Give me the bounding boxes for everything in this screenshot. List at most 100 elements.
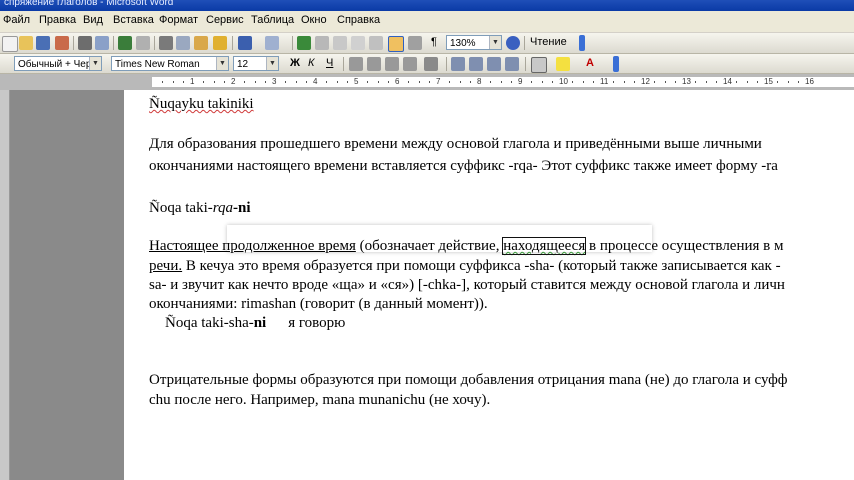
print-icon[interactable] xyxy=(78,36,92,50)
align-left-icon[interactable] xyxy=(349,57,363,71)
insert-table-icon[interactable] xyxy=(333,36,347,50)
highlight-icon[interactable] xyxy=(556,57,570,71)
ruler-tick xyxy=(541,81,543,83)
research-icon[interactable] xyxy=(136,36,150,50)
window-title: спряжение глаголов - Microsoft Word xyxy=(4,0,174,8)
ruler-tick xyxy=(469,81,471,83)
new-document-icon[interactable] xyxy=(2,36,18,52)
example-ending: -ni xyxy=(233,200,251,216)
vertical-ruler[interactable] xyxy=(0,90,10,480)
chevron-down-icon[interactable]: ▼ xyxy=(89,57,101,70)
ruler-tick xyxy=(244,81,246,83)
font-size-combo[interactable]: 12 ▼ xyxy=(233,56,279,71)
permission-icon[interactable] xyxy=(55,36,69,50)
ruler-tick xyxy=(777,81,779,83)
menu-file[interactable]: Файл xyxy=(3,14,30,26)
help-icon[interactable] xyxy=(506,36,520,50)
paragraph-progressive-line2: речи. В кечуа это время образуется при п… xyxy=(149,258,781,275)
menu-insert[interactable]: Вставка xyxy=(113,14,154,26)
columns-icon[interactable] xyxy=(369,36,383,50)
ruler-tick xyxy=(500,81,502,83)
paragraph-progressive-line4: окончаниями: rimashan (говорит (в данный… xyxy=(149,296,488,312)
show-formatting-icon[interactable]: ¶ xyxy=(431,36,437,48)
underline-icon[interactable]: Ч xyxy=(326,57,333,69)
ruler-tick xyxy=(223,81,225,83)
ruler-tick xyxy=(756,81,758,83)
paragraph-past-tense-line1: Для образования прошедшего времени между… xyxy=(149,136,762,152)
drawing-icon[interactable] xyxy=(388,36,404,52)
border-icon[interactable] xyxy=(531,57,547,73)
menu-help[interactable]: Справка xyxy=(337,14,380,26)
ruler-tick xyxy=(213,81,215,83)
italic-icon[interactable]: К xyxy=(308,57,314,69)
print-preview-icon[interactable] xyxy=(95,36,109,50)
ruler-tick xyxy=(182,81,184,83)
menu-view[interactable]: Вид xyxy=(83,14,103,26)
ruler-number: 16 xyxy=(805,77,814,86)
ruler-tick xyxy=(654,81,656,83)
menu-format[interactable]: Формат xyxy=(159,14,198,26)
standard-toolbar: ¶ 130% ▼ Чтение xyxy=(0,33,854,54)
line-spacing-icon[interactable] xyxy=(424,57,438,71)
ruler-tick xyxy=(326,81,328,83)
format-painter-icon[interactable] xyxy=(213,36,227,50)
menu-window[interactable]: Окно xyxy=(301,14,327,26)
title-bar: спряжение глаголов - Microsoft Word xyxy=(0,0,854,11)
reading-mode-button[interactable]: Чтение xyxy=(530,36,567,48)
ruler-number: 7 xyxy=(436,77,441,86)
ruler-tick xyxy=(264,81,266,83)
align-center-icon[interactable] xyxy=(367,57,381,71)
document-map-icon[interactable] xyxy=(408,36,422,50)
style-value: Обычный + Черн xyxy=(18,59,97,70)
font-combo[interactable]: Times New Roman ▼ xyxy=(111,56,229,71)
zoom-combo[interactable]: 130% ▼ xyxy=(446,35,502,50)
cut-icon[interactable] xyxy=(159,36,173,50)
chevron-down-icon[interactable]: ▼ xyxy=(216,57,228,70)
style-combo[interactable]: Обычный + Черн ▼ xyxy=(14,56,102,71)
ruler-number: 1 xyxy=(190,77,195,86)
toolbar-options-icon[interactable] xyxy=(579,35,585,51)
ruler-number: 9 xyxy=(518,77,523,86)
example2-stem: Ñoqa taki-sha- xyxy=(165,315,254,331)
redo-icon[interactable] xyxy=(265,36,279,50)
open-icon[interactable] xyxy=(19,36,33,50)
menu-table[interactable]: Таблица xyxy=(251,14,294,26)
menu-edit[interactable]: Правка xyxy=(39,14,76,26)
justify-icon[interactable] xyxy=(403,57,417,71)
paragraph-negative-line2: chu после него. Например, mana munanichu… xyxy=(149,392,491,408)
insert-excel-icon[interactable] xyxy=(351,36,365,50)
ruler-tick xyxy=(346,81,348,83)
chevron-down-icon[interactable]: ▼ xyxy=(489,36,501,49)
toolbar-options-icon[interactable] xyxy=(613,56,619,72)
reading-mode-label: Чтение xyxy=(530,36,567,48)
ruler-tick xyxy=(664,81,666,83)
paste-icon[interactable] xyxy=(194,36,208,50)
ruler-tick xyxy=(172,81,174,83)
selected-word: находящееся xyxy=(502,237,587,255)
copy-icon[interactable] xyxy=(176,36,190,50)
chevron-down-icon[interactable]: ▼ xyxy=(266,57,278,70)
ruler-tick xyxy=(490,81,492,83)
ruler-number: 13 xyxy=(682,77,691,86)
ruler-number: 5 xyxy=(354,77,359,86)
spelling-icon[interactable] xyxy=(118,36,132,50)
menu-tools[interactable]: Сервис xyxy=(206,14,244,26)
hyperlink-icon[interactable] xyxy=(297,36,311,50)
undo-icon[interactable] xyxy=(238,36,252,50)
ruler-tick xyxy=(787,81,789,83)
numbering-icon[interactable] xyxy=(451,57,465,71)
ruler-tick xyxy=(705,81,707,83)
bullets-icon[interactable] xyxy=(469,57,483,71)
tables-borders-icon[interactable] xyxy=(315,36,329,50)
ruler-number: 6 xyxy=(395,77,400,86)
save-icon[interactable] xyxy=(36,36,50,50)
align-right-icon[interactable] xyxy=(385,57,399,71)
decrease-indent-icon[interactable] xyxy=(487,57,501,71)
ruler-tick xyxy=(254,81,256,83)
font-color-icon[interactable]: A xyxy=(586,57,594,69)
bold-icon[interactable]: Ж xyxy=(290,57,300,69)
ruler-tick xyxy=(633,81,635,83)
increase-indent-icon[interactable] xyxy=(505,57,519,71)
horizontal-ruler[interactable]: 1 2 3 4 5 6 7 8 9 10 11 12 13 14 15 16 xyxy=(0,74,854,90)
example-suffix: rqa xyxy=(212,200,234,216)
